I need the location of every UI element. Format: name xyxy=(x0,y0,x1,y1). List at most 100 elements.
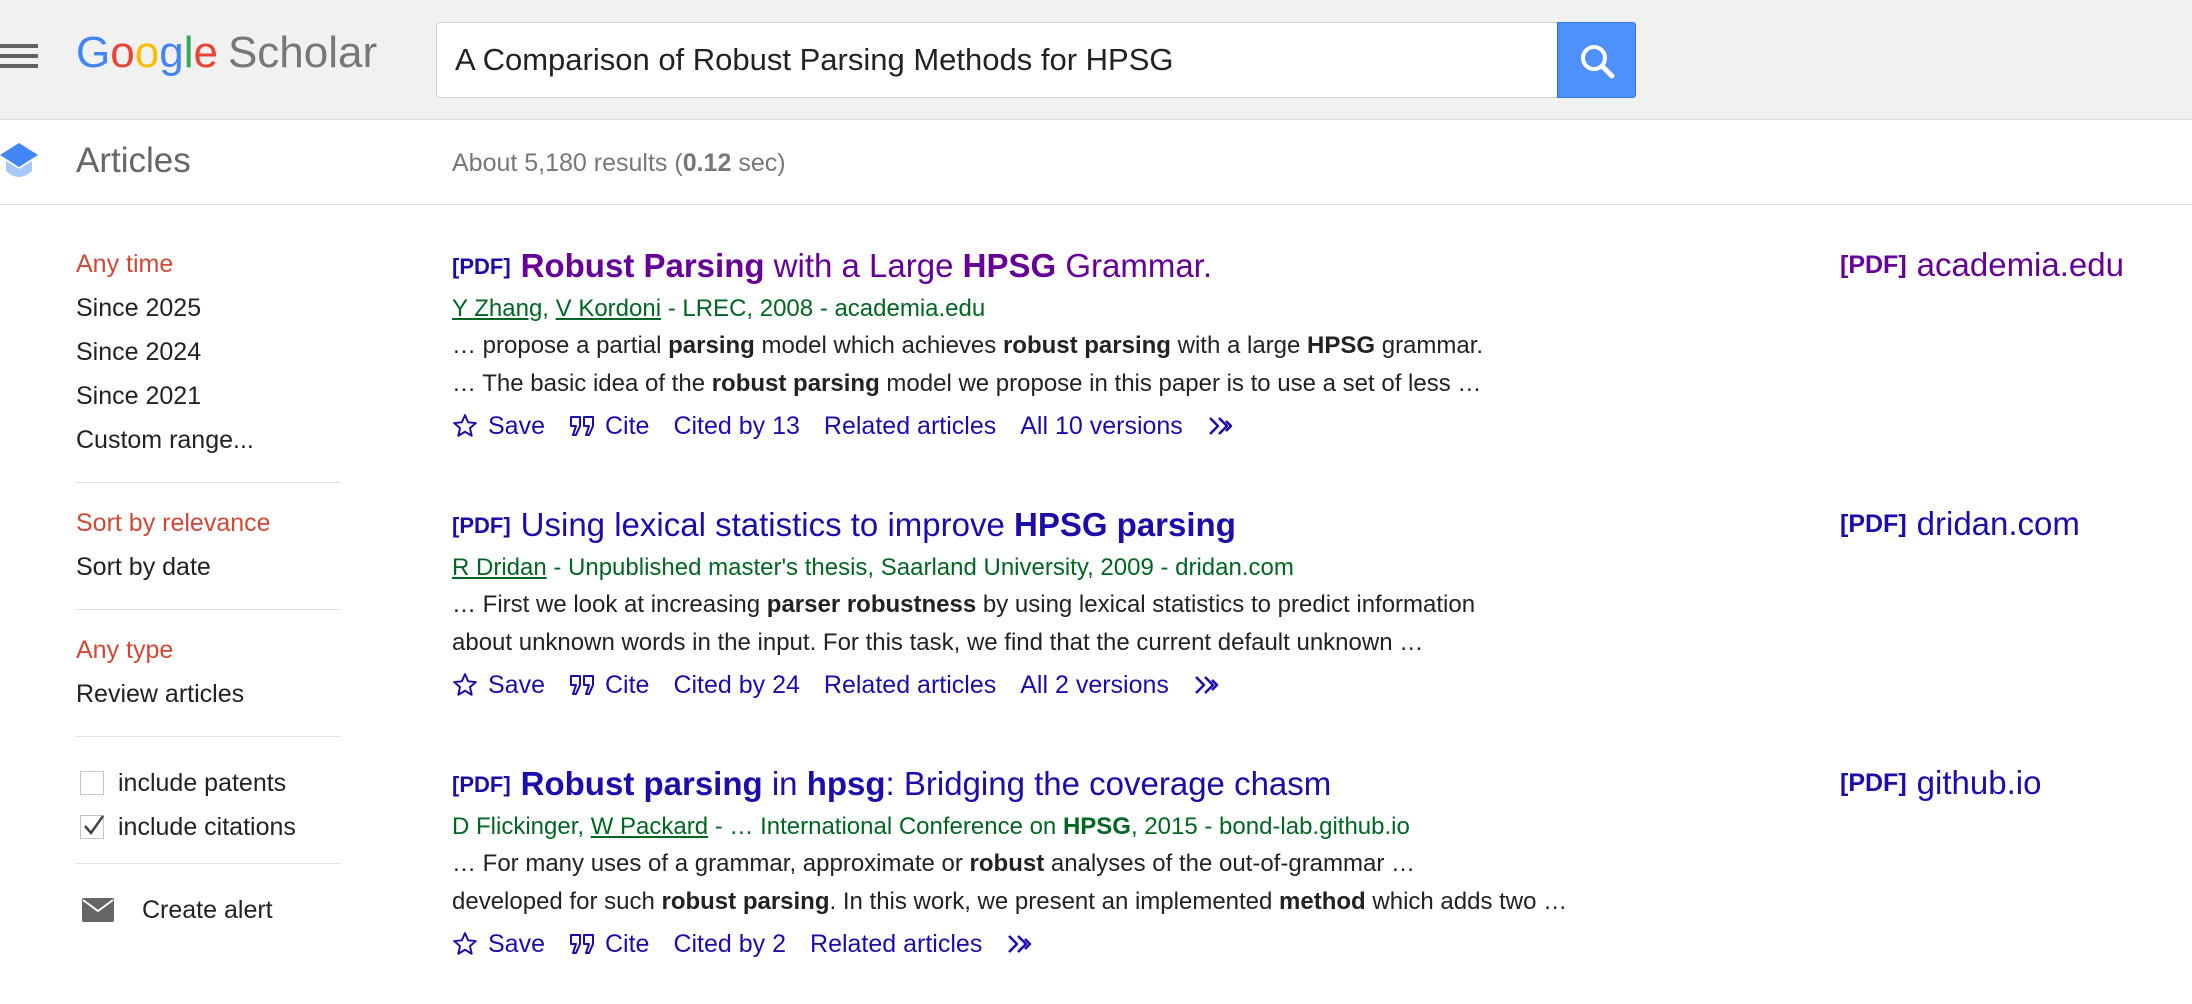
title-bold-term: HPSG parsing xyxy=(1013,506,1236,543)
more-options-button[interactable] xyxy=(1193,674,1233,696)
envelope-icon xyxy=(82,898,114,922)
side-pdf-tag: [PDF] xyxy=(1840,769,1907,797)
cited-by-link[interactable]: Cited by 2 xyxy=(673,930,786,959)
author-link[interactable]: W Packard xyxy=(591,813,708,840)
pdf-link-side[interactable]: [PDF] academia.edu xyxy=(1840,246,2124,284)
filter-since-2021[interactable]: Since 2021 xyxy=(76,380,341,424)
create-alert-label: Create alert xyxy=(142,895,273,924)
meta-text: - … International Conference on xyxy=(708,813,1063,840)
snippet-bold-term: method xyxy=(1279,888,1366,915)
search-result: [PDF] Robust Parsing with a Large HPSG Gr… xyxy=(452,244,1852,447)
star-icon xyxy=(453,673,477,696)
search-icon xyxy=(1581,45,1615,79)
filter-sidebar: Any time Since 2025 Since 2024 Since 202… xyxy=(76,248,341,932)
search-button[interactable] xyxy=(1557,22,1636,98)
title-bold-term: HPSG xyxy=(962,247,1057,284)
pdf-link-side[interactable]: [PDF] github.io xyxy=(1840,764,2041,802)
top-bar: Google Scholar xyxy=(0,0,2192,120)
more-chevron-icon xyxy=(1008,935,1032,953)
cited-by-link[interactable]: Cited by 13 xyxy=(673,412,799,441)
related-articles-link[interactable]: Related articles xyxy=(824,671,996,700)
cite-button[interactable]: Cite xyxy=(569,412,649,441)
logo-scholar-text: Scholar xyxy=(227,28,378,77)
snippet-text: . In this work, we present an implemente… xyxy=(829,888,1280,915)
related-articles-link[interactable]: Related articles xyxy=(810,930,982,959)
cite-button[interactable]: Cite xyxy=(569,671,649,700)
result-authors-source: R Dridan - Unpublished master's thesis, … xyxy=(452,550,1852,586)
more-chevron-icon xyxy=(1195,676,1219,694)
cite-label: Cite xyxy=(604,670,650,699)
result-snippet-line: … First we look at increasing parser rob… xyxy=(452,586,1852,624)
all-versions-link[interactable]: All 2 versions xyxy=(1020,671,1169,700)
search-input[interactable] xyxy=(437,23,1557,97)
include-patents-row[interactable]: include patents xyxy=(76,761,341,805)
snippet-text: … The basic idea of the xyxy=(452,370,712,397)
side-pdf-tag: [PDF] xyxy=(1840,510,1907,538)
more-options-button[interactable] xyxy=(1207,415,1247,437)
filter-since-2024[interactable]: Since 2024 xyxy=(76,336,341,380)
save-button[interactable]: Save xyxy=(452,930,545,959)
snippet-text: analyses of the out-of-grammar … xyxy=(1044,850,1416,877)
include-citations-label: include citations xyxy=(118,812,296,841)
result-title-link[interactable]: [PDF] Robust parsing in hpsg: Bridging th… xyxy=(452,762,1852,807)
meta-text: D Flickinger, xyxy=(452,813,591,840)
snippet-bold-term: robust parsing xyxy=(711,370,880,397)
divider xyxy=(76,609,341,610)
snippet-bold-term: parsing xyxy=(668,332,755,359)
filter-since-2025[interactable]: Since 2025 xyxy=(76,292,341,336)
search-box[interactable] xyxy=(436,22,1558,98)
include-patents-checkbox[interactable] xyxy=(80,771,104,795)
pdf-tag: [PDF] xyxy=(452,772,511,797)
related-articles-link[interactable]: Related articles xyxy=(824,412,996,441)
author-link[interactable]: V Kordoni xyxy=(556,295,661,322)
all-versions-link[interactable]: All 10 versions xyxy=(1020,412,1183,441)
filter-any-time[interactable]: Any time xyxy=(76,248,341,292)
filter-custom-range[interactable]: Custom range... xyxy=(76,424,341,468)
cited-by-link[interactable]: Cited by 24 xyxy=(673,671,799,700)
search-result: [PDF] Using lexical statistics to improve… xyxy=(452,503,1852,706)
create-alert-link[interactable]: Create alert xyxy=(76,888,341,932)
snippet-text: which adds two … xyxy=(1365,888,1568,915)
sort-by-relevance[interactable]: Sort by relevance xyxy=(76,507,341,551)
google-scholar-logo[interactable]: Google Scholar xyxy=(76,28,377,78)
result-title-link[interactable]: [PDF] Using lexical statistics to improve… xyxy=(452,503,1852,548)
save-label: Save xyxy=(488,411,545,440)
title-text: in xyxy=(762,765,807,802)
meta-text: , 2015 - bond-lab.github.io xyxy=(1130,813,1410,840)
author-link[interactable]: Y Zhang xyxy=(452,295,542,322)
snippet-bold-term: robust parsing xyxy=(1002,332,1171,359)
result-snippet-line: … propose a partial parsing model which … xyxy=(452,327,1852,365)
title-text: Grammar. xyxy=(1056,247,1213,284)
meta-bold-term: HPSG xyxy=(1062,813,1131,840)
side-pdf-domain: github.io xyxy=(1916,764,2042,801)
sort-by-date[interactable]: Sort by date xyxy=(76,551,341,595)
checkmark-icon xyxy=(84,815,105,836)
hamburger-menu-icon[interactable] xyxy=(0,44,40,68)
side-pdf-domain: dridan.com xyxy=(1916,505,2080,542)
snippet-text: about unknown words in the input. For th… xyxy=(452,629,1424,656)
more-options-button[interactable] xyxy=(1006,933,1046,955)
title-text: Using lexical statistics to improve xyxy=(520,506,1014,543)
snippet-text: developed for such xyxy=(452,888,662,915)
snippet-text: … First we look at increasing xyxy=(452,591,767,618)
side-pdf-tag: [PDF] xyxy=(1840,251,1907,279)
include-citations-checkbox[interactable] xyxy=(80,815,105,839)
include-citations-row[interactable]: include citations xyxy=(76,805,341,849)
pdf-tag: [PDF] xyxy=(452,254,511,279)
cite-button[interactable]: Cite xyxy=(569,930,649,959)
result-title-link[interactable]: [PDF] Robust Parsing with a Large HPSG Gr… xyxy=(452,244,1852,289)
save-button[interactable]: Save xyxy=(452,412,545,441)
filter-any-type[interactable]: Any type xyxy=(76,634,341,678)
pdf-link-side[interactable]: [PDF] dridan.com xyxy=(1840,505,2080,543)
result-actions: Save Cite Cited by 13 Related articles All 1… xyxy=(452,405,1852,447)
quote-icon xyxy=(569,675,594,695)
filter-review-articles[interactable]: Review articles xyxy=(76,678,341,722)
result-actions: Save Cite Cited by 2 Related articles xyxy=(452,923,1852,965)
quote-icon xyxy=(569,934,594,954)
divider xyxy=(76,482,341,483)
divider xyxy=(76,736,341,737)
author-link[interactable]: R Dridan xyxy=(452,554,547,581)
graduation-cap-icon xyxy=(0,143,38,177)
save-button[interactable]: Save xyxy=(452,671,545,700)
meta-text: - Unpublished master's thesis, Saarland … xyxy=(546,554,1294,581)
